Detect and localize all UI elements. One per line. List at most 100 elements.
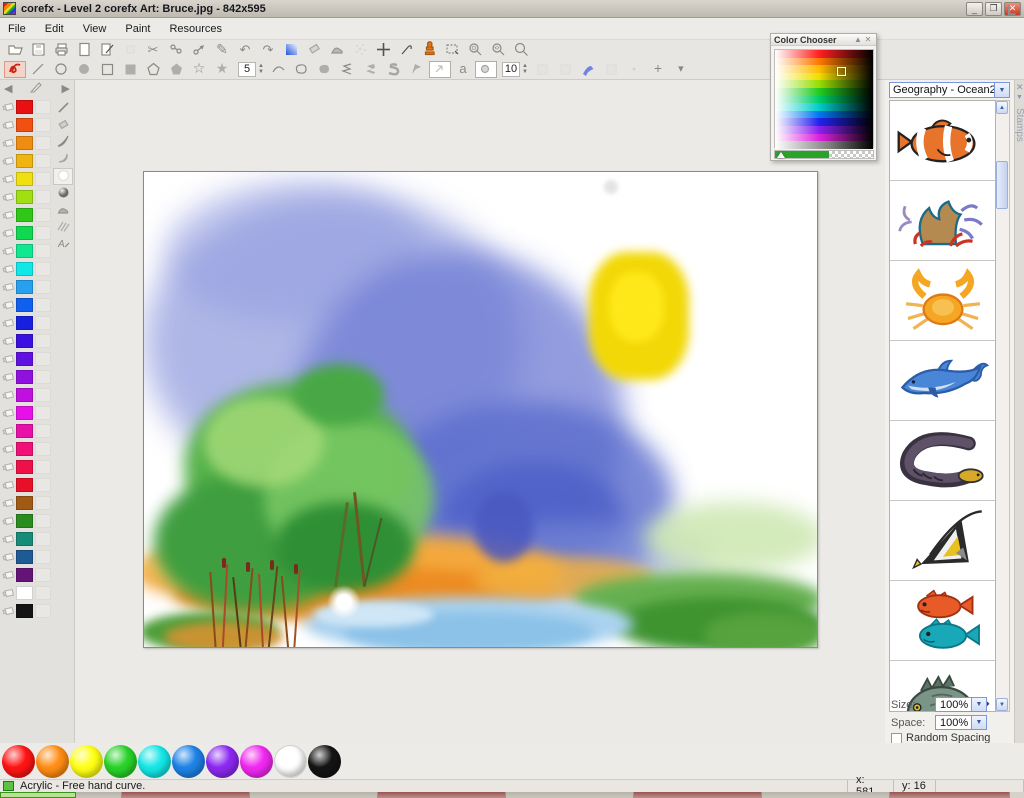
letter-a-button[interactable]: a (452, 61, 474, 78)
tube-color-swatch[interactable] (16, 532, 33, 546)
close-panel-icon[interactable]: ✕ (863, 35, 873, 45)
brush-blue-button[interactable] (578, 61, 600, 78)
space-dropdown[interactable]: 100% ▼ (935, 715, 987, 730)
scroll-up-icon[interactable]: ▲ (996, 101, 1008, 114)
brush-dot-button[interactable] (475, 61, 497, 78)
paint-tube-row[interactable] (2, 116, 51, 134)
stamp-dolphin[interactable] (890, 341, 995, 421)
close-icon[interactable]: ✕ (1016, 82, 1024, 93)
zigzag-filled-button[interactable] (360, 61, 382, 78)
pentagon-filled-button[interactable] (165, 61, 187, 78)
stamp-a-brush-button[interactable]: A (53, 236, 73, 253)
taskbar-segment[interactable] (890, 792, 1010, 798)
tube-color-swatch[interactable] (16, 604, 33, 618)
hue-row[interactable] (775, 88, 873, 96)
color-slider-marker[interactable] (777, 152, 785, 158)
taskbar-segment[interactable] (762, 792, 890, 798)
paint-tube-row[interactable] (2, 458, 51, 476)
quick-color-circle[interactable] (138, 745, 171, 778)
spin-down-icon[interactable]: ▼ (522, 69, 528, 75)
pencil-button[interactable]: ✎ (211, 41, 233, 58)
paint-tube-row[interactable] (2, 98, 51, 116)
paint-tube-row[interactable] (2, 278, 51, 296)
eraser-button[interactable] (303, 41, 325, 58)
stamp-button[interactable] (418, 41, 440, 58)
tube-color-swatch[interactable] (16, 226, 33, 240)
rect-filled-button[interactable] (119, 61, 141, 78)
scrollbar-thumb[interactable] (996, 161, 1008, 209)
palette-next-icon[interactable]: ▶ (62, 82, 70, 95)
color-spectrum[interactable] (774, 49, 874, 148)
size-dropdown[interactable]: 100% ▼ (935, 697, 987, 712)
smudge-button[interactable] (326, 41, 348, 58)
cut-button[interactable]: ✂ (142, 41, 164, 58)
taskbar-segment[interactable] (0, 792, 76, 798)
tube-color-swatch[interactable] (16, 100, 33, 114)
hue-row[interactable] (775, 65, 873, 73)
zoom-select-button[interactable] (464, 41, 486, 58)
selected-color-bar[interactable] (774, 150, 874, 159)
restore-button[interactable]: ❐ (985, 2, 1002, 16)
paint-tube-row[interactable] (2, 494, 51, 512)
color-chooser-titlebar[interactable]: Color Chooser ▲ ✕ (771, 34, 876, 46)
quick-color-circle[interactable] (308, 745, 341, 778)
eraser-diamond-brush-button[interactable] (53, 117, 73, 134)
paint-tube-row[interactable] (2, 476, 51, 494)
title-bar[interactable]: corefx - Level 2 corefx Art: Bruce.jpg -… (0, 0, 1024, 18)
chevron-down-icon[interactable]: ▼ (971, 698, 986, 711)
paint-tube-row[interactable] (2, 152, 51, 170)
paint-tube-row[interactable] (2, 422, 51, 440)
stamp-clownfish[interactable] (890, 101, 995, 181)
color-chooser-panel[interactable]: Color Chooser ▲ ✕ (770, 33, 877, 161)
menu-item-paint[interactable]: Paint (125, 20, 161, 38)
closed-curve-button[interactable] (291, 61, 313, 78)
undo-button[interactable]: ↶ (234, 41, 256, 58)
quick-color-circle[interactable] (172, 745, 205, 778)
shape-size-spinner[interactable]: 5 ▲▼ (238, 62, 264, 77)
paint-tube-row[interactable] (2, 584, 51, 602)
menu-item-view[interactable]: View (83, 20, 118, 38)
stamp-category-dropdown[interactable]: Geography - Ocean2 ▼ (889, 82, 1010, 98)
tube-color-swatch[interactable] (16, 352, 33, 366)
stamp-crab[interactable] (890, 261, 995, 341)
minimize-button[interactable]: _ (966, 2, 983, 16)
print-button[interactable] (50, 41, 72, 58)
sphere-brush-button[interactable] (53, 185, 73, 202)
hue-row[interactable] (775, 96, 873, 104)
tube-color-swatch[interactable] (16, 334, 33, 348)
tube-color-swatch[interactable] (16, 388, 33, 402)
new-page-button[interactable] (73, 41, 95, 58)
hue-row[interactable] (775, 141, 873, 149)
star-button[interactable]: ☆ (188, 61, 210, 78)
hatch-brush-button[interactable] (53, 219, 73, 236)
select-rect-button[interactable] (441, 41, 463, 58)
hue-row[interactable] (775, 80, 873, 88)
stamps-tab-strip[interactable]: ✕ ▼ Stamps (1014, 80, 1024, 743)
tube-color-swatch[interactable] (16, 460, 33, 474)
tube-color-swatch[interactable] (16, 118, 33, 132)
stamp-two-fish[interactable] (890, 581, 995, 661)
paste-button[interactable] (188, 41, 210, 58)
pen-line-brush-button[interactable] (53, 100, 73, 117)
random-spacing-checkbox[interactable] (891, 733, 902, 744)
menu-item-file[interactable]: File (8, 20, 37, 38)
closed-curve-filled-button[interactable] (314, 61, 336, 78)
hue-row[interactable] (775, 103, 873, 111)
paint-tube-row[interactable] (2, 602, 51, 620)
star-filled-button[interactable]: ★ (211, 61, 233, 78)
stamp-eel[interactable] (890, 421, 995, 501)
paint-tube-row[interactable] (2, 170, 51, 188)
crosshair-button[interactable] (372, 41, 394, 58)
drawing-canvas[interactable] (143, 171, 818, 648)
quick-color-circle[interactable] (240, 745, 273, 778)
tube-color-swatch[interactable] (16, 298, 33, 312)
paint-tube-row[interactable] (2, 314, 51, 332)
taskbar-segment[interactable] (634, 792, 762, 798)
tube-color-swatch[interactable] (16, 208, 33, 222)
rect-button[interactable] (96, 61, 118, 78)
tube-color-swatch[interactable] (16, 136, 33, 150)
taskbar-segment[interactable] (378, 792, 506, 798)
open-button[interactable] (4, 41, 26, 58)
hue-row[interactable] (775, 111, 873, 119)
quick-color-circle[interactable] (70, 745, 103, 778)
